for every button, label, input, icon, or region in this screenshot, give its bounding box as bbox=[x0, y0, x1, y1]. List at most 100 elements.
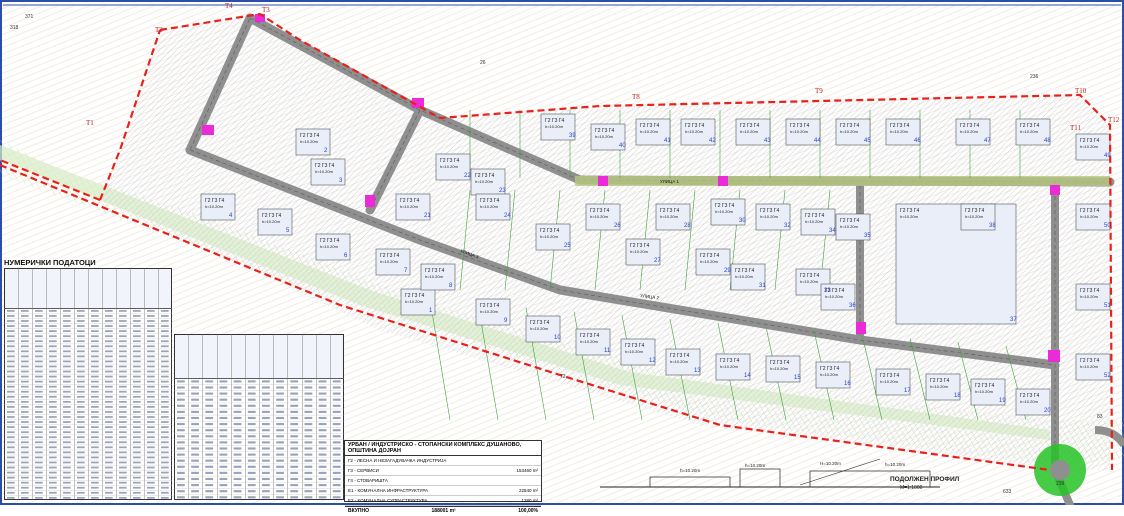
table-cell bbox=[7, 421, 15, 423]
table-cell bbox=[21, 385, 29, 388]
table-cell bbox=[105, 466, 113, 469]
legend-row: Г4 - СТОВАРИШТА bbox=[345, 476, 541, 486]
table-cell bbox=[133, 416, 141, 418]
table-cell bbox=[304, 410, 313, 413]
table-cell bbox=[63, 431, 71, 434]
table-cell bbox=[133, 431, 141, 434]
corner-label: T4 bbox=[225, 2, 233, 10]
table-cell bbox=[63, 335, 71, 338]
table-cell bbox=[133, 355, 141, 358]
table-cell bbox=[133, 496, 141, 499]
table-cell bbox=[161, 451, 169, 454]
table-cell bbox=[147, 400, 155, 403]
table-cell bbox=[77, 441, 85, 444]
table-cell bbox=[304, 416, 313, 420]
table-cell bbox=[7, 481, 15, 484]
table-cell bbox=[191, 416, 199, 420]
legend-row-label: Е2 - КОМУНАЛНА СУПРАСТРУКТУРА bbox=[348, 498, 428, 503]
table-cell bbox=[247, 447, 256, 450]
table-cell bbox=[332, 380, 341, 383]
table-cell bbox=[119, 431, 127, 434]
legend-row-label: Г3 - СЕРВИСИ bbox=[348, 468, 379, 473]
table-cell bbox=[77, 431, 85, 434]
table-cell bbox=[147, 486, 155, 489]
table-cell bbox=[77, 411, 85, 413]
table-cell bbox=[119, 416, 127, 418]
table-cell bbox=[161, 365, 169, 368]
table-cell bbox=[119, 461, 127, 464]
plot-height-label: h=10.20m bbox=[590, 214, 609, 219]
plot-number: 40 bbox=[619, 143, 626, 149]
table-cell bbox=[119, 365, 127, 368]
table-cell bbox=[247, 392, 256, 395]
table-cell bbox=[147, 330, 155, 332]
table-cell bbox=[133, 411, 141, 413]
plot-number: 15 bbox=[794, 375, 801, 381]
table-cell bbox=[147, 345, 155, 348]
table-cell bbox=[7, 466, 15, 469]
table-cell bbox=[290, 484, 299, 487]
table-cell bbox=[147, 310, 155, 312]
table-cell bbox=[63, 436, 71, 439]
table-cell bbox=[177, 423, 185, 426]
table-cell bbox=[119, 421, 127, 423]
table-cell bbox=[133, 385, 141, 388]
table-cell bbox=[219, 386, 228, 389]
table-cell bbox=[233, 416, 242, 420]
table-cell bbox=[191, 404, 199, 407]
table-cell bbox=[262, 471, 270, 474]
table-cell bbox=[262, 404, 270, 407]
table-cell bbox=[119, 456, 127, 459]
table-cell bbox=[7, 390, 15, 393]
table-cell bbox=[177, 496, 185, 499]
table-cell bbox=[119, 406, 127, 408]
table-cell bbox=[262, 465, 270, 468]
table-cell bbox=[77, 461, 85, 464]
table-cell bbox=[133, 310, 141, 312]
table-cell bbox=[7, 315, 15, 317]
plot-height-label: h=10.20m bbox=[770, 366, 789, 371]
table-cell bbox=[276, 392, 284, 395]
table-cell bbox=[49, 400, 57, 403]
table-cell bbox=[119, 426, 127, 428]
table-cell bbox=[119, 335, 127, 338]
table-cell bbox=[91, 421, 99, 423]
table-cell bbox=[205, 410, 214, 413]
table-cell bbox=[276, 423, 284, 426]
table-cell bbox=[247, 380, 256, 383]
table-cell bbox=[49, 390, 57, 393]
table-cell bbox=[21, 476, 29, 479]
table-cell bbox=[161, 426, 169, 428]
table-cell bbox=[219, 429, 228, 432]
table-cell bbox=[77, 486, 85, 489]
table-cell bbox=[191, 429, 199, 432]
table-cell bbox=[233, 429, 242, 432]
table-cell bbox=[219, 441, 228, 444]
table-cell bbox=[35, 486, 43, 489]
legend-total-value: 188001 m² bbox=[431, 508, 456, 514]
legend-row: Г2 - ЛЕСНА И НЕЗАГАДУВАЧКА ИНДУСТРИЈА bbox=[345, 456, 541, 466]
table-cell bbox=[290, 410, 299, 413]
table-cell bbox=[7, 355, 15, 358]
table-cell bbox=[233, 484, 242, 487]
table-cell bbox=[7, 436, 15, 439]
table-cell bbox=[233, 465, 242, 468]
table-cell bbox=[105, 496, 113, 499]
corner-label: T2 bbox=[155, 26, 163, 34]
table-cell bbox=[7, 350, 15, 353]
table-cell bbox=[91, 491, 99, 494]
table-cell bbox=[35, 451, 43, 454]
table-cell bbox=[147, 395, 155, 398]
table-cell bbox=[205, 416, 214, 420]
table-cell bbox=[21, 345, 29, 348]
plot-height-label: h=10.20m bbox=[425, 274, 444, 279]
table-cell bbox=[290, 392, 299, 395]
table-cell bbox=[161, 315, 169, 317]
table-cell bbox=[177, 435, 185, 438]
table-cell bbox=[161, 350, 169, 353]
table-cell bbox=[161, 491, 169, 494]
table-cell bbox=[247, 465, 256, 468]
table-cell bbox=[147, 370, 155, 373]
table-cell bbox=[332, 496, 341, 499]
table-cell bbox=[332, 477, 341, 481]
